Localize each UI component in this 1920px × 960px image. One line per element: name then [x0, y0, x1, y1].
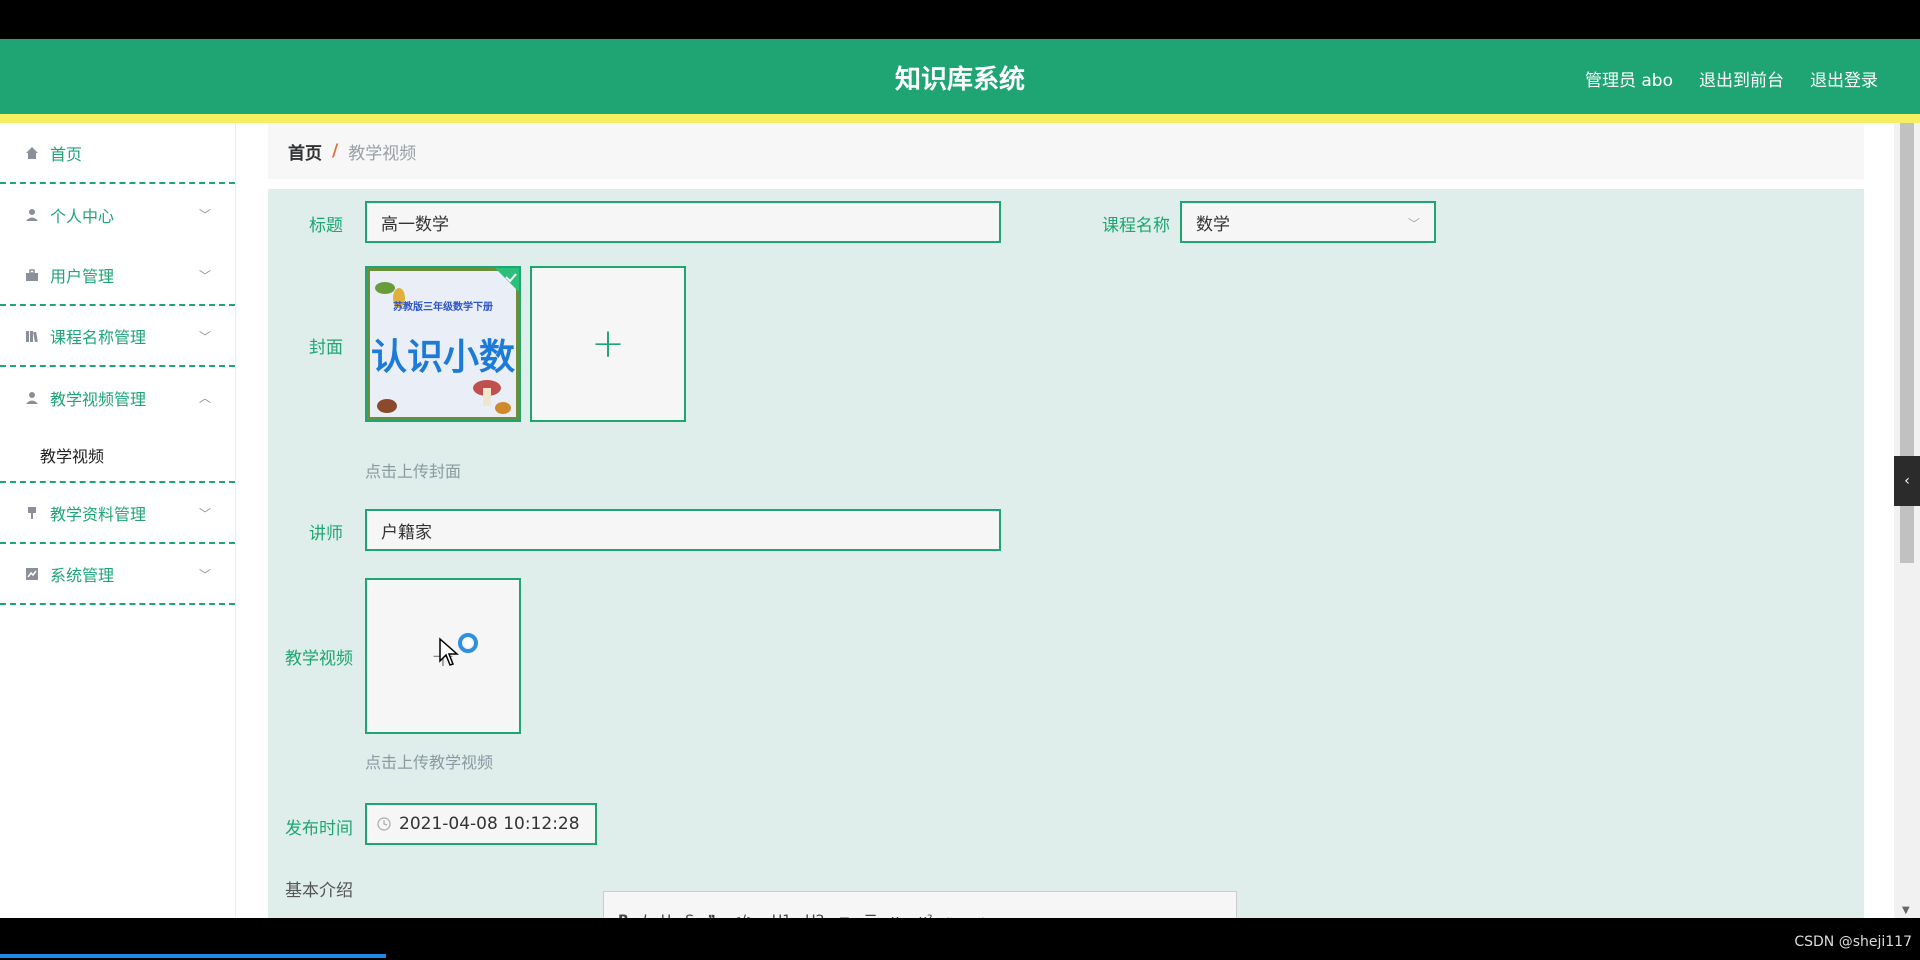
chevron-down-icon: ﹀: [198, 330, 211, 344]
sidebar-item-users[interactable]: 用户管理 ﹀: [0, 245, 235, 306]
breadcrumb-separator: /: [332, 141, 339, 161]
cover-label: 封面: [309, 338, 343, 358]
cover-title: 认识小数: [370, 336, 515, 378]
title-label: 标题: [309, 216, 343, 236]
sidebar-item-courses[interactable]: 课程名称管理 ﹀: [0, 306, 235, 367]
rich-text-toolbar: B I U S ❞ </> H1 H2 ≡ ☰ x₂ x² ⇤ ⇥: [603, 891, 1237, 918]
main-content: 首页 / 教学视频 标题 高一数学 课程名称 数学 ﹀ 封面 苏教版三年级数学下…: [238, 123, 1894, 918]
video-form: 标题 高一数学 课程名称 数学 ﹀ 封面 苏教版三年级数学下册 认识小数 + 点…: [268, 189, 1864, 918]
library-icon: [24, 328, 40, 344]
accent-bar: [0, 114, 1920, 123]
chevron-down-icon: ﹀: [1407, 217, 1420, 231]
sidebar-item-system[interactable]: 系统管理 ﹀: [0, 544, 235, 605]
video-progress-bar[interactable]: [0, 954, 386, 958]
app-body: 首页 个人中心 ﹀ 用户管理 ﹀ 课程名称管理 ﹀ 教学视频管理 ︿ 教学视频 …: [0, 123, 1920, 918]
title-input[interactable]: 高一数学: [365, 201, 1001, 243]
course-label: 课程名称: [1102, 216, 1170, 236]
watermark: CSDN @sheji117: [1794, 934, 1912, 950]
sidebar-item-materials[interactable]: 教学资料管理 ﹀: [0, 483, 235, 544]
loading-spinner-icon: [458, 633, 478, 653]
user-icon: [24, 207, 40, 223]
sidebar-item-label: 首页: [50, 144, 83, 164]
sidebar-item-label: 课程名称管理: [50, 327, 147, 347]
chevron-down-icon: ﹀: [198, 269, 211, 283]
briefcase-icon: [24, 267, 40, 283]
cover-hint: 点击上传封面: [365, 462, 462, 481]
pin-icon: [24, 505, 40, 521]
intro-label: 基本介绍: [285, 881, 353, 901]
teacher-input[interactable]: 户籍家: [365, 509, 1001, 551]
submenu-item-videos[interactable]: 教学视频: [0, 428, 235, 483]
home-icon: [24, 145, 40, 161]
sidebar-item-home[interactable]: 首页: [0, 123, 235, 184]
collapse-panel-button[interactable]: ‹: [1894, 456, 1920, 506]
video-hint: 点击上传教学视频: [365, 753, 494, 772]
sidebar: 首页 个人中心 ﹀ 用户管理 ﹀ 课程名称管理 ﹀ 教学视频管理 ︿ 教学视频 …: [0, 123, 236, 918]
chevron-down-icon: ﹀: [198, 208, 211, 222]
admin-user[interactable]: 管理员 abo: [1585, 66, 1673, 91]
breadcrumb: 首页 / 教学视频: [268, 123, 1864, 179]
chart-icon: [24, 566, 40, 582]
scroll-down-arrow-icon[interactable]: ▼: [1902, 905, 1910, 916]
cover-subtitle: 苏教版三年级数学下册: [393, 302, 493, 313]
course-select-value: 数学: [1196, 214, 1230, 235]
sidebar-item-label: 个人中心: [50, 206, 115, 226]
plus-icon: +: [591, 321, 625, 367]
cover-upload-button[interactable]: +: [530, 266, 686, 422]
mouse-cursor-icon: [439, 637, 459, 666]
breadcrumb-current: 教学视频: [348, 143, 417, 164]
teacher-label: 讲师: [309, 524, 343, 544]
vertical-scrollbar[interactable]: ▼: [1894, 123, 1920, 918]
video-label: 教学视频: [285, 649, 353, 669]
publish-datetime-value: 2021-04-08 10:12:28: [399, 814, 580, 834]
header: 知识库系统 管理员 abo 退出到前台 退出登录: [0, 39, 1920, 114]
sidebar-item-label: 系统管理: [50, 565, 115, 585]
sidebar-item-personal[interactable]: 个人中心 ﹀: [0, 184, 235, 245]
chevron-down-icon: ﹀: [198, 507, 211, 521]
chevron-up-icon: ︿: [198, 391, 211, 405]
publish-label: 发布时间: [285, 819, 353, 839]
logout-link[interactable]: 退出登录: [1810, 66, 1878, 91]
screen: 知识库系统 管理员 abo 退出到前台 退出登录 首页 个人中心 ﹀ 用户管理 …: [0, 0, 1920, 960]
cover-thumbnail[interactable]: 苏教版三年级数学下册 认识小数: [365, 266, 521, 422]
breadcrumb-home[interactable]: 首页: [288, 139, 322, 164]
clock-icon: [377, 817, 391, 831]
header-actions: 管理员 abo 退出到前台 退出登录: [1585, 66, 1878, 91]
publish-datetime-input[interactable]: 2021-04-08 10:12:28: [365, 803, 597, 845]
sidebar-item-label: 教学视频管理: [50, 389, 147, 409]
course-select[interactable]: 数学 ﹀: [1180, 201, 1436, 243]
chevron-down-icon: ﹀: [198, 568, 211, 582]
user-icon: [24, 390, 40, 406]
chevron-left-icon: ‹: [1904, 473, 1910, 489]
exit-to-front-link[interactable]: 退出到前台: [1699, 66, 1784, 91]
sidebar-item-videos[interactable]: 教学视频管理 ︿: [0, 367, 235, 428]
top-black-bar: [0, 0, 1920, 39]
sidebar-item-label: 用户管理: [50, 266, 115, 286]
sidebar-item-label: 教学资料管理: [50, 504, 147, 524]
